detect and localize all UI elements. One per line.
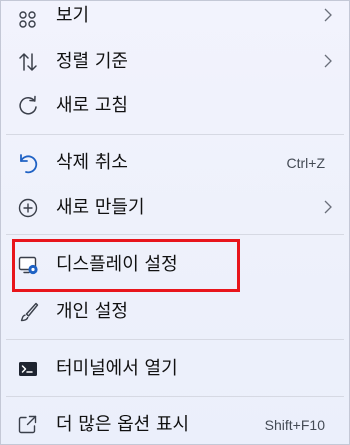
- more-options-icon: [17, 414, 39, 436]
- menu-separator: [6, 234, 344, 235]
- menu-item-refresh[interactable]: 새로 고침: [1, 87, 349, 127]
- menu-item-new[interactable]: 새로 만들기: [1, 189, 349, 229]
- shortcut-label: Ctrl+Z: [286, 155, 326, 171]
- menu-item-label: 삭제 취소: [56, 152, 128, 173]
- menu-item-open-in-terminal[interactable]: 터미널에서 열기: [1, 350, 349, 390]
- desktop-context-menu: 보기 정렬 기준 새로 고침 삭제 취소 Ctrl+Z 새로 만들기 디스플레이…: [0, 0, 350, 445]
- menu-item-label: 보기: [56, 5, 90, 26]
- menu-item-show-more-options[interactable]: 더 많은 옵션 표시 Shift+F10: [1, 406, 349, 444]
- menu-separator: [6, 339, 344, 340]
- refresh-icon: [17, 95, 39, 117]
- menu-item-personalize[interactable]: 개인 설정: [1, 293, 349, 333]
- menu-item-view[interactable]: 보기: [1, 1, 349, 41]
- menu-item-label: 터미널에서 열기: [56, 358, 178, 379]
- chevron-right-icon: [323, 6, 333, 24]
- view-grid-icon: [17, 9, 39, 31]
- undo-icon: [17, 152, 39, 174]
- menu-item-label: 개인 설정: [56, 301, 128, 322]
- menu-item-label: 새로 고침: [56, 95, 128, 116]
- highlight-box: [12, 239, 240, 292]
- menu-separator: [6, 134, 344, 135]
- sort-arrows-icon: [17, 51, 39, 73]
- menu-item-sort-by[interactable]: 정렬 기준: [1, 43, 349, 83]
- chevron-right-icon: [323, 198, 333, 216]
- menu-item-label: 정렬 기준: [56, 51, 128, 72]
- shortcut-label: Shift+F10: [264, 417, 325, 433]
- menu-separator: [6, 396, 344, 397]
- menu-item-label: 더 많은 옵션 표시: [56, 414, 190, 435]
- menu-item-undo-delete[interactable]: 삭제 취소 Ctrl+Z: [1, 144, 349, 184]
- chevron-right-icon: [323, 52, 333, 70]
- terminal-icon: [17, 358, 39, 380]
- new-plus-icon: [17, 197, 39, 219]
- personalize-brush-icon: [17, 301, 39, 323]
- menu-item-label: 새로 만들기: [56, 197, 145, 218]
